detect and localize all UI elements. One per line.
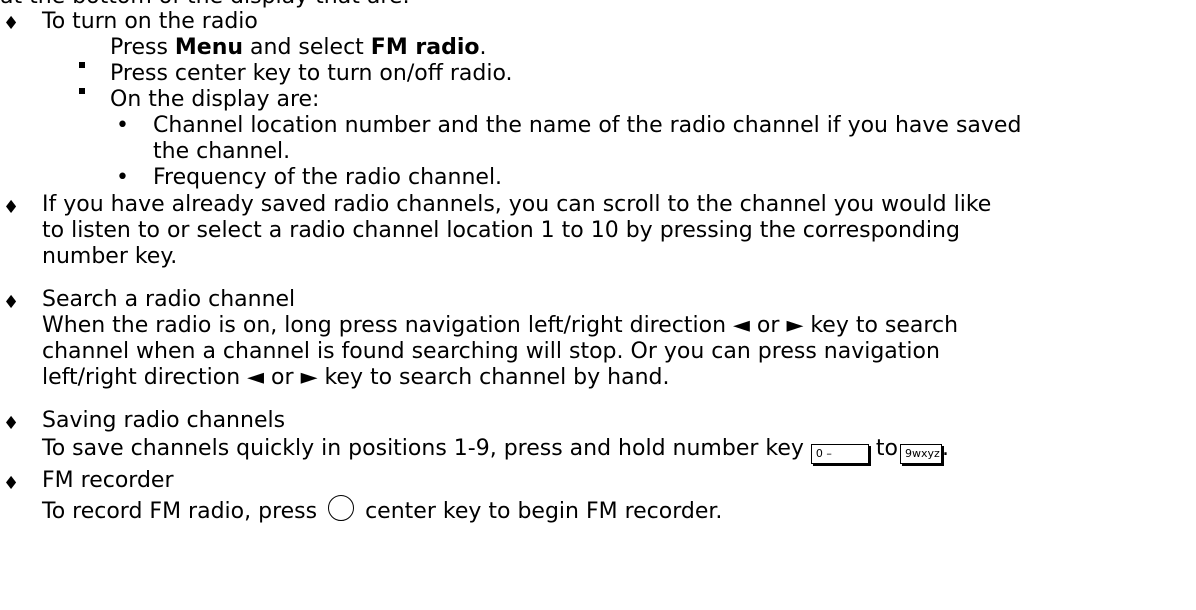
- paragraph-line: number key.: [42, 244, 178, 269]
- fm-radio-label: FM radio: [370, 35, 480, 60]
- key-9-icon: 9wxyz: [900, 444, 942, 464]
- right-arrow-icon: ►: [786, 313, 804, 338]
- item-heading: FM recorder: [42, 468, 174, 493]
- paragraph-line: To save channels quickly in positions 1-…: [42, 433, 949, 465]
- paragraph-line: To record FM radio, press center key to …: [42, 495, 722, 528]
- dot-bullet: •: [116, 113, 129, 138]
- manual-page: at the bottom of the display that are: ♦…: [0, 0, 1196, 610]
- key-0-icon: 0 –: [810, 444, 869, 464]
- menu-key-label: Menu: [174, 35, 244, 60]
- paragraph-line: to listen to or select a radio channel l…: [42, 218, 960, 243]
- left-arrow-icon: ◄: [733, 313, 750, 338]
- right-arrow-icon: ►: [300, 365, 318, 390]
- square-bullet: [79, 72, 85, 104]
- diamond-bullet: ♦: [3, 413, 20, 434]
- diamond-bullet: ♦: [3, 473, 20, 494]
- diamond-bullet: ♦: [3, 292, 20, 313]
- diamond-bullet: ♦: [3, 13, 20, 34]
- diamond-bullet: ♦: [3, 197, 20, 218]
- paragraph-line: left/right direction ◄ or ► key to searc…: [42, 365, 670, 390]
- left-arrow-icon: ◄: [247, 365, 265, 390]
- center-key-icon: [328, 495, 355, 521]
